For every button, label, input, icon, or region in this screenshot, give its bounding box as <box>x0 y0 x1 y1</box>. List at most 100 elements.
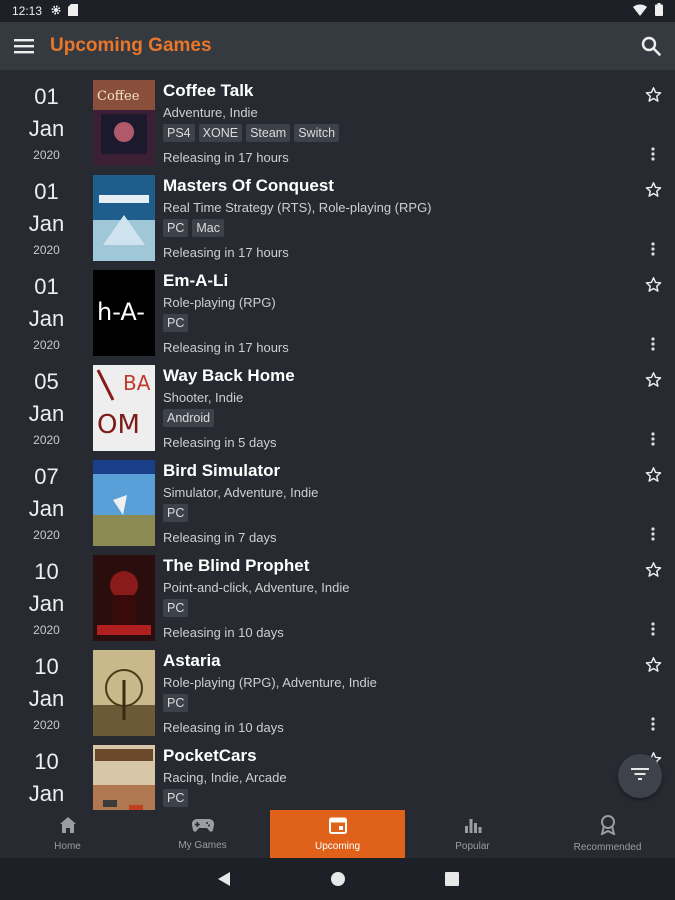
more-vert-icon[interactable] <box>643 429 663 449</box>
game-cover-image[interactable] <box>93 555 155 641</box>
star-icon[interactable] <box>643 274 663 294</box>
back-icon[interactable] <box>212 867 236 891</box>
more-vert-icon[interactable] <box>643 239 663 259</box>
more-vert-icon[interactable] <box>643 334 663 354</box>
platform-chip: PC <box>163 789 189 807</box>
star-icon[interactable] <box>643 559 663 579</box>
hamburger-menu-icon[interactable] <box>12 34 36 58</box>
search-icon[interactable] <box>639 34 663 58</box>
nav-upcoming[interactable]: Upcoming <box>270 810 405 858</box>
game-cover-image[interactable] <box>93 460 155 546</box>
platform-chip: Steam <box>246 124 291 142</box>
star-icon[interactable] <box>643 464 663 484</box>
platform-chip: Mac <box>192 219 224 237</box>
release-countdown: Releasing in 17 hours <box>163 150 289 165</box>
upcoming-games-list[interactable]: 01 Jan 2020 Coffee Coffee Talk Adventure… <box>0 76 675 810</box>
game-genres: Role-playing (RPG), Adventure, Indie <box>163 675 377 690</box>
nav-recommended[interactable]: Recommended <box>540 810 675 858</box>
platform-chip: PS4 <box>163 124 195 142</box>
filter-button[interactable] <box>618 754 662 798</box>
release-day: 01 <box>34 179 59 204</box>
game-genres: Adventure, Indie <box>163 105 258 120</box>
game-title[interactable]: Em-A-Li <box>163 270 623 292</box>
release-countdown: Releasing in 5 days <box>163 435 277 450</box>
game-cover-image[interactable] <box>93 175 155 261</box>
platform-chip: PC <box>163 599 189 617</box>
calendar-icon <box>328 816 347 837</box>
platform-chip: PC <box>163 504 189 522</box>
nav-popular[interactable]: Popular <box>405 810 540 858</box>
game-title[interactable]: Way Back Home <box>163 365 623 387</box>
game-title[interactable]: Astaria <box>163 650 623 672</box>
release-month: Jan <box>28 306 65 331</box>
release-year: 2020 <box>33 338 60 352</box>
game-cover-image[interactable]: Coffee <box>93 80 155 166</box>
release-day: 01 <box>34 274 59 299</box>
release-day: 07 <box>34 464 59 489</box>
nav-label-home: Home <box>54 841 81 852</box>
list-item[interactable]: 10 Jan 2020 Astaria Role-playing (RPG), … <box>0 646 675 741</box>
svg-text:OM: OM <box>97 410 140 440</box>
nav-my-games[interactable]: My Games <box>135 810 270 858</box>
filter-icon <box>631 767 649 786</box>
platform-chip: PC <box>163 314 189 332</box>
list-item[interactable]: 01 Jan 2020 h-A- Em-A-Li Role-playing (R… <box>0 266 675 361</box>
game-title[interactable]: Coffee Talk <box>163 80 623 102</box>
game-cover-image[interactable] <box>93 650 155 736</box>
more-vert-icon[interactable] <box>643 144 663 164</box>
release-countdown: Releasing in 10 days <box>163 625 284 640</box>
game-genres: Simulator, Adventure, Indie <box>163 485 319 500</box>
platform-list: PC <box>163 314 623 334</box>
release-year: 2020 <box>33 528 60 542</box>
home-circle-icon[interactable] <box>326 867 350 891</box>
list-item[interactable]: 10 Jan 2020 The Blind Prophet Point-and-… <box>0 551 675 646</box>
release-day: 10 <box>34 654 59 679</box>
platform-chip: Android <box>163 409 215 427</box>
release-countdown: Releasing in 10 days <box>163 720 284 735</box>
platform-list: PC <box>163 599 623 619</box>
game-genres: Racing, Indie, Arcade <box>163 770 287 785</box>
battery-icon <box>655 3 663 19</box>
game-title[interactable]: Bird Simulator <box>163 460 623 482</box>
list-item[interactable]: 01 Jan 2020 Masters Of Conquest Real Tim… <box>0 171 675 266</box>
game-genres: Point-and-click, Adventure, Indie <box>163 580 350 595</box>
list-item[interactable]: 07 Jan 2020 Bird Simulator Simulator, Ad… <box>0 456 675 551</box>
star-icon[interactable] <box>643 654 663 674</box>
release-year: 2020 <box>33 243 60 257</box>
bar-chart-icon <box>464 816 482 837</box>
release-month: Jan <box>28 686 65 711</box>
star-icon[interactable] <box>643 369 663 389</box>
gear-icon <box>50 4 62 19</box>
nav-label-recommended: Recommended <box>573 842 642 853</box>
game-title[interactable]: The Blind Prophet <box>163 555 623 577</box>
list-item[interactable]: 01 Jan 2020 Coffee Coffee Talk Adventure… <box>0 76 675 171</box>
game-title[interactable]: PocketCars <box>163 745 623 767</box>
more-vert-icon[interactable] <box>643 714 663 734</box>
game-cover-image[interactable]: BA OM <box>93 365 155 451</box>
platform-chip: PC <box>163 694 189 712</box>
award-icon <box>599 815 617 838</box>
recents-icon[interactable] <box>440 867 464 891</box>
more-vert-icon[interactable] <box>643 619 663 639</box>
more-vert-icon[interactable] <box>643 524 663 544</box>
nav-label-upcoming: Upcoming <box>314 841 361 852</box>
release-month: Jan <box>28 591 65 616</box>
game-cover-image[interactable]: h-A- <box>93 270 155 356</box>
release-month: Jan <box>28 211 65 236</box>
list-item[interactable]: 05 Jan 2020 BA OM Way Back Home Shooter, … <box>0 361 675 456</box>
nav-label-my-games: My Games <box>178 840 227 851</box>
game-title[interactable]: Masters Of Conquest <box>163 175 623 197</box>
game-cover-image[interactable] <box>93 745 155 810</box>
nav-label-popular: Popular <box>455 841 490 852</box>
app-bar: Upcoming Games <box>0 22 675 70</box>
platform-list: PC Mac <box>163 219 623 239</box>
list-item[interactable]: 10 Jan PocketCars Racing, Indie, Arcade … <box>0 741 675 810</box>
nav-home[interactable]: Home <box>0 810 135 858</box>
svg-text:BA: BA <box>123 371 151 395</box>
release-day: 10 <box>34 749 59 774</box>
star-icon[interactable] <box>643 84 663 104</box>
game-genres: Real Time Strategy (RTS), Role-playing (… <box>163 200 432 215</box>
star-icon[interactable] <box>643 179 663 199</box>
status-time: 12:13 <box>12 4 43 18</box>
platform-list: PC <box>163 504 623 524</box>
